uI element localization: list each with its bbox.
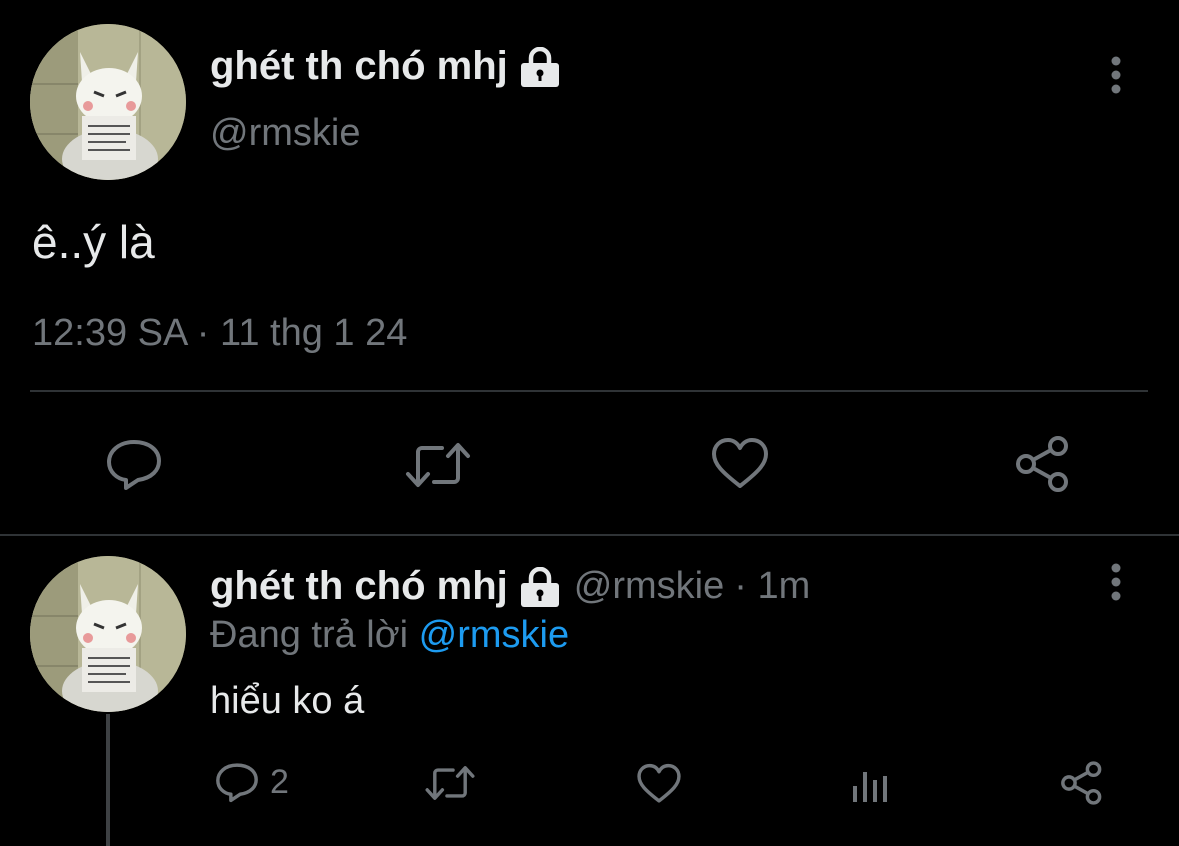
reply-icon[interactable] [214,760,260,804]
more-options-icon[interactable] [1106,563,1126,603]
divider [30,390,1148,392]
more-options-icon[interactable] [1106,56,1126,96]
replying-to-handle[interactable]: @rmskie [419,614,569,656]
author-name-row[interactable]: ghét th chó mhj [210,44,562,89]
thread-line [106,714,110,846]
share-icon[interactable] [1058,760,1106,806]
lock-icon [518,566,562,607]
reply-icon[interactable] [104,436,164,492]
reply-avatar[interactable] [30,556,186,712]
reply-handle[interactable]: @rmskie [574,565,724,608]
avatar[interactable] [30,24,186,180]
replying-to-prefix: Đang trả lời [210,614,409,656]
tweet-timestamp[interactable]: 12:39 SA · 11 thg 1 24 [32,312,407,355]
replying-to: Đang trả lời @rmskie [210,614,569,657]
reply-count: 2 [270,762,289,801]
lock-icon [518,46,562,87]
reply-display-name[interactable]: ghét th chó mhj [210,564,508,609]
reply-text: hiểu ko á [210,680,365,722]
reply-action[interactable]: 2 [214,760,289,804]
like-icon[interactable] [710,436,770,492]
retweet-icon[interactable] [424,764,476,802]
reply-author-row[interactable]: ghét th chó mhj @rmskie · 1m [210,564,810,609]
divider [0,534,1179,536]
analytics-icon[interactable] [850,766,890,804]
reply-time[interactable]: · 1m [734,565,810,608]
retweet-icon[interactable] [404,440,472,490]
author-handle[interactable]: @rmskie [210,112,360,155]
tweet-text: ê..ý là [32,216,155,268]
share-icon[interactable] [1012,434,1074,494]
like-icon[interactable] [636,762,682,806]
display-name[interactable]: ghét th chó mhj [210,44,508,89]
